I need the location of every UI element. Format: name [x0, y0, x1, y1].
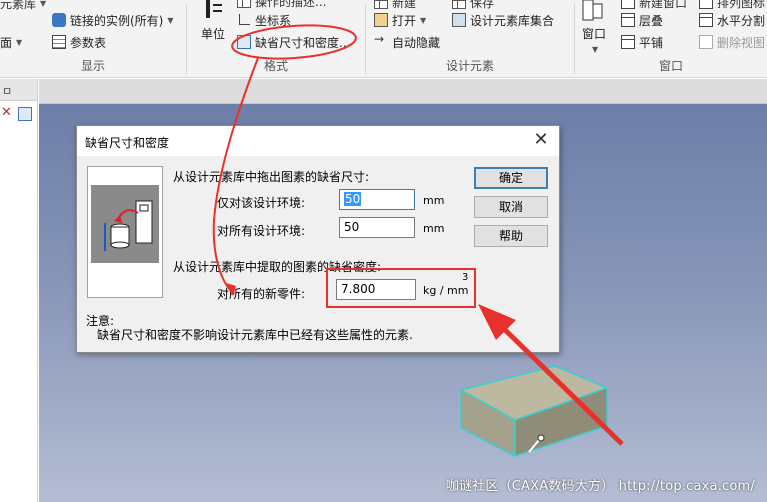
new-parts-label: 对所有的新零件:	[216, 287, 305, 301]
delete-view-label: 删除视图	[717, 35, 766, 50]
link-icon	[52, 13, 66, 27]
auto-hide-label: 自动隐藏	[392, 35, 441, 50]
face-label: 面	[0, 35, 13, 50]
cascade-icon	[621, 13, 635, 27]
all-env-unit: mm	[423, 222, 445, 235]
all-env-label: 对所有设计环境:	[216, 224, 305, 238]
operation-description-label: 操作的描述...	[255, 0, 327, 9]
window-icon	[581, 0, 603, 26]
default-size-density-dialog: 缺省尺寸和密度 ✕ 从设计元素库中拖出图素的缺省尺寸: 仅对该设计环境: 50 …	[76, 125, 560, 353]
drag-size-section-label: 从设计元素库中拖出图素的缺省尺寸:	[173, 170, 370, 184]
chevron-down-icon: ▼	[40, 0, 47, 8]
open-library-label: 打开	[392, 13, 417, 28]
new-library-button[interactable]: 新建	[374, 0, 416, 11]
description-icon	[237, 0, 251, 8]
folder-open-icon	[374, 13, 388, 27]
arrange-icons-button[interactable]: 排列图标	[699, 0, 765, 11]
dialog-title: 缺省尺寸和密度	[85, 136, 170, 150]
unit-label: 单位	[201, 26, 226, 41]
window-dropdown[interactable]: ▼	[592, 40, 598, 58]
ribbon-group-format: 单位 操作的描述... 坐标系 缺省尺寸和密度... 格式	[187, 0, 365, 78]
group-title-window: 窗口	[658, 59, 683, 73]
env-only-label: 仅对该设计环境:	[216, 196, 305, 210]
delete-view-button[interactable]: 删除视图	[699, 33, 765, 51]
group-title-format: 格式	[263, 59, 288, 73]
watermark: 咖谜社区（CAXA数码大方） http://top.caxa.com/	[445, 479, 755, 494]
linked-instances-toggle[interactable]: 链接的实例(所有) ▼	[52, 11, 174, 29]
parameter-table-button[interactable]: 参数表	[52, 33, 106, 51]
chevron-down-icon: ▼	[592, 44, 599, 54]
unit-icon	[203, 0, 225, 26]
preview-image	[87, 166, 163, 298]
unit-button[interactable]: 单位	[201, 24, 225, 42]
window-label: 窗口	[582, 26, 607, 41]
tile-label: 平铺	[639, 35, 664, 50]
ribbon: 元素库 ▼ 链接的实例(所有) ▼ 面 ▼ 参数表 显示 单位 操作的描述...	[0, 0, 767, 78]
horizontal-split-button[interactable]: 水平分割	[699, 11, 765, 29]
cascade-button[interactable]: 层叠	[621, 11, 663, 29]
env-only-unit: mm	[423, 194, 445, 207]
default-size-density-label: 缺省尺寸和密度...	[255, 35, 351, 50]
delete-view-icon	[699, 35, 713, 49]
new-window-label: 新建窗口	[639, 0, 688, 10]
new-window-button[interactable]: 新建窗口	[621, 0, 687, 11]
save-icon	[452, 0, 466, 9]
new-library-label: 新建	[392, 0, 417, 10]
arrange-icon	[699, 0, 713, 9]
density-icon	[237, 35, 251, 49]
tree-view-icon[interactable]	[18, 107, 32, 121]
annotation-highlight-box	[326, 268, 476, 308]
note-text: 缺省尺寸和密度不影响设计元素库中已经有这些属性的元素.	[97, 328, 413, 342]
env-only-size-value: 50	[344, 192, 362, 206]
group-title-display: 显示	[80, 59, 105, 73]
operation-description-button[interactable]: 操作的描述...	[237, 0, 326, 10]
library-collection-icon	[452, 13, 466, 27]
coordinate-icon	[237, 13, 251, 27]
all-env-size-input[interactable]: 50	[339, 217, 415, 238]
linked-instances-label: 链接的实例(所有)	[70, 13, 164, 28]
cascade-label: 层叠	[639, 13, 664, 28]
tile-icon	[621, 35, 635, 49]
library-collection-button[interactable]: 设计元素库集合	[452, 11, 554, 29]
auto-hide-icon	[374, 32, 388, 49]
new-icon	[374, 0, 388, 9]
ribbon-group-display: 元素库 ▼ 链接的实例(所有) ▼ 面 ▼ 参数表 显示	[0, 0, 186, 78]
save-library-button[interactable]: 保存	[452, 0, 494, 11]
pin-icon[interactable]: ㅁ	[2, 83, 12, 99]
design-tree-panel: ㅁ ✕	[0, 79, 38, 502]
default-size-density-button[interactable]: 缺省尺寸和密度...	[237, 33, 350, 51]
ribbon-group-window: 窗口 ▼ 新建窗口 排列图标 层叠 水平分割 平铺 删除视图 窗口	[575, 0, 767, 78]
new-window-icon	[621, 0, 635, 9]
arrange-icons-label: 排列图标	[717, 0, 766, 10]
chevron-down-icon: ▼	[167, 15, 174, 25]
open-library-button[interactable]: 打开 ▼	[374, 11, 426, 29]
close-icon[interactable]: ✕	[531, 130, 551, 150]
table-icon	[52, 35, 66, 49]
env-only-size-input[interactable]: 50	[339, 189, 415, 210]
horizontal-split-label: 水平分割	[717, 13, 766, 28]
chevron-down-icon: ▼	[16, 37, 23, 47]
tile-button[interactable]: 平铺	[621, 33, 663, 51]
ribbon-group-design: 新建 保存 打开 ▼ 设计元素库集合 自动隐藏 设计元素	[366, 0, 574, 78]
chevron-down-icon: ▼	[420, 15, 427, 25]
3d-box-part[interactable]	[455, 350, 615, 460]
parameter-table-label: 参数表	[70, 35, 107, 50]
group-title-design: 设计元素	[445, 59, 494, 73]
dialog-titlebar: 缺省尺寸和密度 ✕	[77, 126, 559, 156]
face-toggle[interactable]: 面 ▼	[0, 33, 22, 51]
coordinate-system-button[interactable]: 坐标系	[237, 11, 291, 29]
ok-button[interactable]: 确定	[474, 167, 548, 189]
design-library-label: 元素库	[0, 0, 37, 11]
help-button[interactable]: 帮助	[474, 225, 548, 247]
save-library-label: 保存	[470, 0, 495, 10]
viewport-tab-strip	[39, 79, 767, 104]
coordinate-system-label: 坐标系	[255, 13, 292, 28]
horizontal-split-icon	[699, 13, 713, 27]
cancel-button[interactable]: 取消	[474, 196, 548, 218]
library-collection-label: 设计元素库集合	[470, 13, 555, 28]
auto-hide-button[interactable]: 自动隐藏	[374, 32, 441, 51]
panel-header: ㅁ	[0, 79, 37, 101]
design-library-toggle[interactable]: 元素库 ▼	[0, 0, 46, 12]
close-icon[interactable]: ✕	[1, 106, 13, 119]
